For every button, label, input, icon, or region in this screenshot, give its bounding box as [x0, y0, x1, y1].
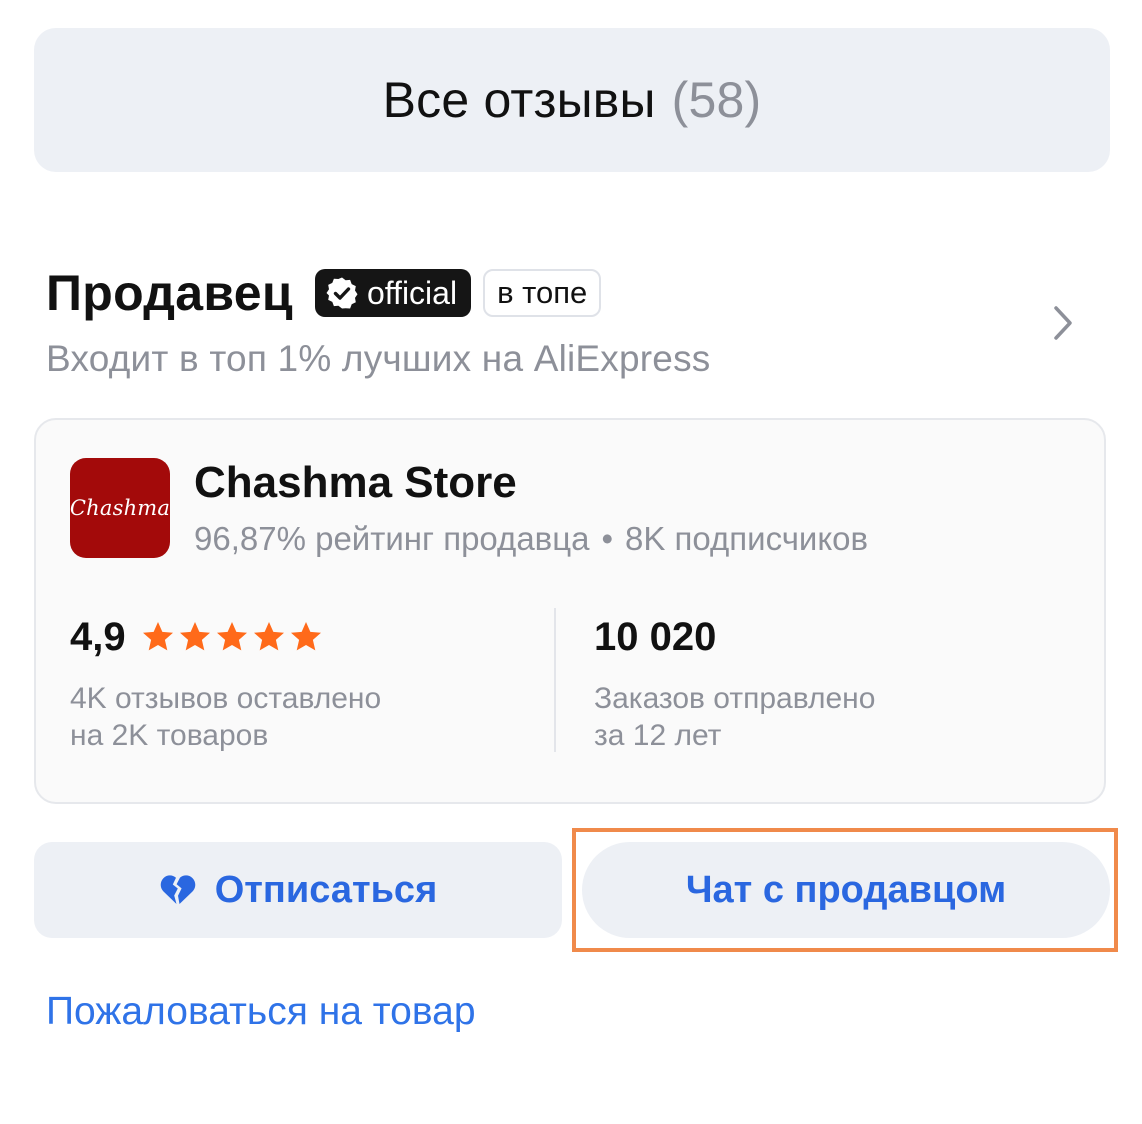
- reviews-summary-line1: 4K отзывов оставлено: [70, 682, 382, 715]
- seller-subtitle: Входит в топ 1% лучших на AliExpress: [46, 338, 711, 379]
- chat-with-seller-button[interactable]: Чат с продавцом: [582, 842, 1110, 938]
- all-reviews-label: Все отзывы: [382, 72, 656, 128]
- rating-value: 4,9: [70, 614, 126, 659]
- broken-heart-icon: [160, 875, 196, 904]
- chevron-right-icon: [1054, 306, 1072, 340]
- star-rating: [140, 619, 325, 655]
- seller-title: Продавец: [46, 265, 293, 321]
- stat-divider: [554, 608, 556, 752]
- store-logo: Chashma: [70, 458, 170, 558]
- report-product-link[interactable]: Пожаловаться на товар: [46, 990, 476, 1034]
- reviews-summary-line2: на 2K товаров: [70, 719, 269, 752]
- orders-stat: 10 020 Заказов отправлено за 12 лет: [594, 612, 1064, 754]
- orders-value: 10 020: [594, 614, 717, 659]
- unsubscribe-label: Отписаться: [214, 868, 438, 911]
- top-badge: в топе: [483, 269, 602, 317]
- seller-title-row: Продавец official в топе: [46, 262, 602, 324]
- orders-summary-line1: Заказов отправлено: [594, 682, 876, 715]
- meta-separator: •: [601, 520, 614, 557]
- store-meta: 96,87% рейтинг продавца • 8K подписчиков: [194, 520, 868, 558]
- orders-value-row: 10 020: [594, 612, 1064, 662]
- store-card[interactable]: Chashma Chashma Store 96,87% рейтинг про…: [34, 418, 1106, 804]
- store-name: Chashma Store: [194, 458, 517, 507]
- seller-rating: 96,87% рейтинг продавца: [194, 520, 590, 557]
- verified-check-icon: [326, 277, 358, 309]
- reviews-summary: 4K отзывов оставлено на 2K товаров: [70, 680, 540, 754]
- orders-summary-line2: за 12 лет: [594, 719, 722, 752]
- store-logo-text: Chashma: [70, 496, 170, 520]
- subscribers-count: 8K подписчиков: [625, 520, 869, 557]
- official-badge: official: [314, 269, 472, 317]
- official-badge-label: official: [366, 274, 458, 311]
- rating-stat: 4,9 4K отзывов оставлено на 2K товаров: [70, 612, 540, 754]
- star-icon: [179, 622, 210, 651]
- all-reviews-button[interactable]: Все отзывы (58): [34, 28, 1110, 172]
- unsubscribe-button[interactable]: Отписаться: [34, 842, 562, 938]
- star-icon: [253, 622, 284, 651]
- all-reviews-count: (58): [671, 72, 762, 128]
- seller-header[interactable]: Продавец official в топе Входит в топ 1%…: [46, 262, 1106, 392]
- rating-value-row: 4,9: [70, 612, 540, 662]
- star-icon: [216, 622, 247, 651]
- orders-summary: Заказов отправлено за 12 лет: [594, 680, 1064, 754]
- chat-with-seller-label: Чат с продавцом: [685, 868, 1007, 911]
- star-icon: [142, 622, 173, 651]
- star-icon: [290, 622, 321, 651]
